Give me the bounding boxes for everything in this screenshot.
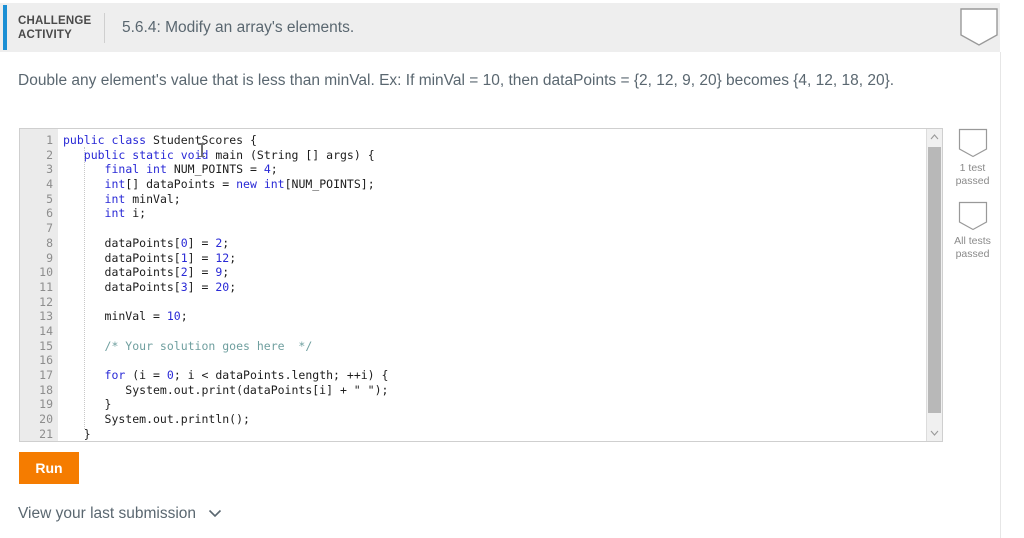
test-results-rail: 1 test passed All tests passed <box>945 128 1000 274</box>
code-line[interactable]: public static void main (String [] args)… <box>63 148 942 163</box>
line-number: 1 <box>46 133 53 147</box>
editor-code-area[interactable]: public class StudentScores { public stat… <box>58 129 942 441</box>
code-line[interactable]: for (i = 0; i < dataPoints.length; ++i) … <box>63 368 942 383</box>
code-line[interactable]: int[] dataPoints = new int[NUM_POINTS]; <box>63 177 942 192</box>
challenge-activity-header: CHALLENGE ACTIVITY 5.6.4: Modify an arra… <box>0 3 1000 52</box>
line-number: 3 <box>46 162 53 177</box>
line-number: 20 <box>39 412 53 427</box>
code-line[interactable]: System.out.print(dataPoints[i] + " "); <box>63 383 942 398</box>
line-number: 19 <box>39 397 53 412</box>
editor-gutter: 12345678910111213141516171819202122 <box>20 129 58 441</box>
code-line[interactable] <box>63 324 942 339</box>
test-result-item[interactable]: 1 test passed <box>945 128 1000 188</box>
line-number: 6 <box>46 206 53 221</box>
challenge-activity-label-line2: ACTIVITY <box>18 28 72 41</box>
view-last-submission-label: View your last submission <box>18 505 197 522</box>
line-number: 14 <box>39 323 53 338</box>
line-number: 8 <box>46 235 53 250</box>
chevron-up-icon[interactable] <box>927 129 942 145</box>
code-line[interactable]: public class StudentScores { <box>63 133 942 148</box>
line-number: 13 <box>39 309 53 324</box>
test-result-label: 1 test passed <box>955 162 990 187</box>
line-number: 17 <box>39 368 53 382</box>
chevron-down-icon[interactable] <box>927 425 942 441</box>
badge-shield-icon <box>945 128 1000 158</box>
badge-shield-icon <box>945 201 1000 231</box>
challenge-prompt: Double any element's value that is less … <box>18 72 895 89</box>
code-line[interactable]: dataPoints[0] = 2; <box>63 236 942 251</box>
challenge-activity-label-line1: CHALLENGE <box>18 14 92 27</box>
code-line[interactable]: System.out.println(); <box>63 412 942 427</box>
run-button[interactable]: Run <box>19 452 79 484</box>
line-number: 7 <box>46 221 53 236</box>
line-number: 22 <box>20 441 58 442</box>
code-line[interactable]: dataPoints[2] = 9; <box>63 265 942 280</box>
code-line[interactable]: /* Your solution goes here */ <box>63 339 942 354</box>
badge-shield-icon <box>959 7 999 47</box>
indent-guide <box>84 147 85 429</box>
page-title: 5.6.4: Modify an array's elements. <box>122 18 355 36</box>
line-number: 2 <box>46 147 53 162</box>
code-line[interactable] <box>63 295 942 310</box>
code-line[interactable]: int minVal; <box>63 192 942 207</box>
line-number: 4 <box>46 177 53 192</box>
line-number: 11 <box>39 279 53 294</box>
code-line[interactable] <box>63 221 942 236</box>
line-number: 9 <box>46 250 53 265</box>
scrollbar-thumb[interactable] <box>928 147 941 413</box>
line-number: 18 <box>39 382 53 397</box>
code-line[interactable]: minVal = 10; <box>63 309 942 324</box>
rail-divider <box>1000 52 1001 538</box>
header-accent-bar <box>3 5 7 50</box>
editor-vertical-scrollbar[interactable] <box>926 129 942 441</box>
challenge-activity-label: CHALLENGE ACTIVITY <box>18 14 94 42</box>
code-line[interactable] <box>63 353 942 368</box>
line-number: 12 <box>39 294 53 309</box>
line-number: 16 <box>39 353 53 368</box>
chevron-down-icon[interactable] <box>208 505 222 523</box>
code-line[interactable]: dataPoints[3] = 20; <box>63 280 942 295</box>
header-divider <box>104 12 105 43</box>
test-result-item[interactable]: All tests passed <box>945 201 1000 261</box>
line-number: 5 <box>46 191 53 206</box>
code-line[interactable]: } <box>63 397 942 412</box>
code-line[interactable]: } <box>63 427 942 441</box>
code-editor[interactable]: 12345678910111213141516171819202122 publ… <box>19 128 943 442</box>
code-line[interactable]: int i; <box>63 206 942 221</box>
view-last-submission-toggle[interactable]: View your last submission <box>18 505 222 523</box>
code-line[interactable]: dataPoints[1] = 12; <box>63 251 942 266</box>
line-number: 10 <box>39 265 53 280</box>
code-line[interactable]: final int NUM_POINTS = 4; <box>63 162 942 177</box>
line-number: 15 <box>39 338 53 353</box>
line-number: 21 <box>39 426 53 441</box>
test-result-label: All tests passed <box>954 235 991 260</box>
